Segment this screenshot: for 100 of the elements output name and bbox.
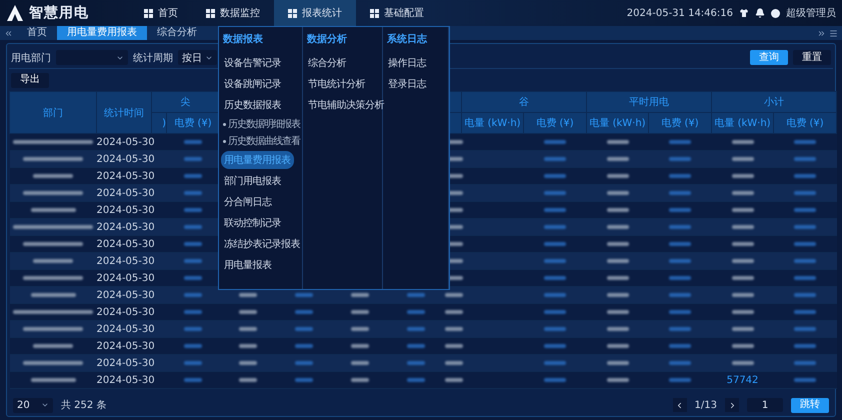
page-tab[interactable]: 用电量费用报表: [57, 26, 147, 40]
menu-item[interactable]: 设备跳闸记录: [221, 75, 284, 93]
menu-item[interactable]: 用电量报表: [221, 256, 274, 274]
blurred-text: [606, 276, 628, 280]
blurred-text: [669, 378, 691, 382]
table-cell: 2024-05-30: [96, 218, 152, 236]
blurred-text: [350, 360, 368, 365]
menu-item[interactable]: 分合闸日志: [221, 193, 274, 211]
blurred-text: [794, 360, 816, 365]
blurred-text: [669, 224, 691, 229]
prev-page-button[interactable]: [672, 398, 687, 412]
menu-item[interactable]: 节电辅助决策分析: [305, 96, 387, 114]
reset-button[interactable]: 重置: [793, 50, 831, 65]
blurred-text: [669, 140, 691, 144]
blurred-text: [732, 292, 754, 297]
blurred-text: [732, 326, 754, 331]
page-tab[interactable]: 首页: [17, 26, 57, 40]
blurred-text: [184, 276, 202, 280]
column-group-header: 小计: [712, 92, 836, 112]
blurred-text: [184, 156, 202, 161]
blurred-text: [606, 258, 628, 263]
blurred-text: [606, 156, 628, 161]
nav-tab[interactable]: 首页: [130, 0, 192, 26]
blurred-text: [350, 310, 368, 314]
blurred-text: [544, 242, 566, 246]
logo-icon: [6, 4, 24, 22]
table-cell: 57742: [712, 372, 774, 388]
nav-tab[interactable]: 基础配置: [356, 0, 438, 26]
blurred-text: [732, 174, 754, 178]
blurred-text: [294, 292, 312, 297]
grid-icon: [206, 8, 215, 18]
blurred-text: [794, 174, 816, 178]
blurred-text: [732, 190, 754, 195]
menu-item[interactable]: 设备告警记录: [221, 54, 284, 72]
blurred-text: [732, 156, 754, 161]
app-title: 智慧用电: [29, 4, 89, 22]
blurred-text: [184, 378, 202, 382]
menu-item[interactable]: 登录日志: [385, 75, 429, 93]
table-cell: 2024-05-30: [96, 320, 152, 338]
page-size-select[interactable]: 20: [13, 398, 53, 412]
blurred-text: [669, 190, 691, 195]
blurred-text: [794, 276, 816, 280]
table-cell: 2024-05-30: [96, 168, 152, 184]
blurred-text: [184, 190, 202, 195]
menu-item[interactable]: 部门用电报表: [221, 172, 284, 190]
filter-label: 用电部门: [11, 52, 51, 64]
blurred-text: [669, 310, 691, 314]
page-input[interactable]: 1: [747, 398, 783, 412]
blurred-text: [444, 310, 462, 314]
next-page-button[interactable]: [725, 398, 739, 412]
nav-tab[interactable]: 报表统计: [274, 0, 356, 26]
user-name[interactable]: 超级管理员: [786, 6, 836, 20]
blurred-text: [444, 326, 462, 331]
blurred-text: [30, 208, 76, 212]
column-group-header: 平时用电: [586, 92, 712, 112]
menu-item[interactable]: 冻结抄表记录报表: [221, 235, 303, 253]
grid-icon: [288, 8, 297, 18]
menu-item[interactable]: 联动控制记录: [221, 214, 284, 232]
column-header: 电量 (kW·h): [586, 112, 648, 134]
blurred-text: [184, 174, 202, 178]
nav-tab[interactable]: 数据监控: [192, 0, 274, 26]
blurred-text: [544, 208, 566, 212]
date-time: 2024-05-31 14:46:16: [626, 8, 733, 18]
table-cell: 2024-05-30: [96, 150, 152, 168]
avatar[interactable]: [771, 8, 780, 18]
export-button[interactable]: 导出: [11, 72, 49, 88]
blurred-text: [294, 344, 312, 348]
blurred-text: [606, 242, 628, 246]
menu-item[interactable]: 历史数据报表: [221, 96, 284, 114]
blurred-text: [606, 378, 628, 382]
column-header: 电费 (¥): [524, 112, 586, 134]
blurred-text: [184, 242, 202, 246]
blurred-text: [732, 360, 754, 365]
blurred-text: [606, 140, 628, 144]
blurred-text: [238, 378, 256, 382]
filter-select[interactable]: 按日: [178, 50, 217, 65]
blurred-text: [732, 258, 754, 263]
blurred-text: [794, 208, 816, 212]
menu-item[interactable]: 综合分析: [305, 54, 349, 72]
table-cell: 2024-05-30: [96, 184, 152, 202]
table-cell: 2024-05-30: [96, 252, 152, 270]
shirt-icon[interactable]: [739, 8, 749, 18]
blurred-text: [30, 378, 76, 382]
table-cell: 2024-05-30: [96, 338, 152, 354]
blurred-text: [606, 190, 628, 195]
blurred-text: [407, 344, 425, 348]
menu-item[interactable]: 操作日志: [385, 54, 429, 72]
column-group-header: 尖: [152, 92, 220, 112]
menu-item[interactable]: 节电统计分析: [305, 75, 368, 93]
blurred-text: [544, 360, 566, 365]
scroll-left-icon[interactable]: [4, 28, 13, 38]
blurred-text: [407, 378, 425, 382]
menu-subitem[interactable]: 历史数据曲线查看: [228, 134, 300, 148]
menu-subitem[interactable]: 历史数据明细报表: [228, 117, 300, 131]
blurred-text: [732, 208, 754, 212]
page-tab[interactable]: 综合分析: [147, 26, 207, 40]
bell-icon[interactable]: [755, 8, 765, 18]
blurred-text: [606, 292, 628, 297]
menu-icon[interactable]: [829, 28, 838, 38]
scroll-right-icon[interactable]: [817, 28, 826, 38]
